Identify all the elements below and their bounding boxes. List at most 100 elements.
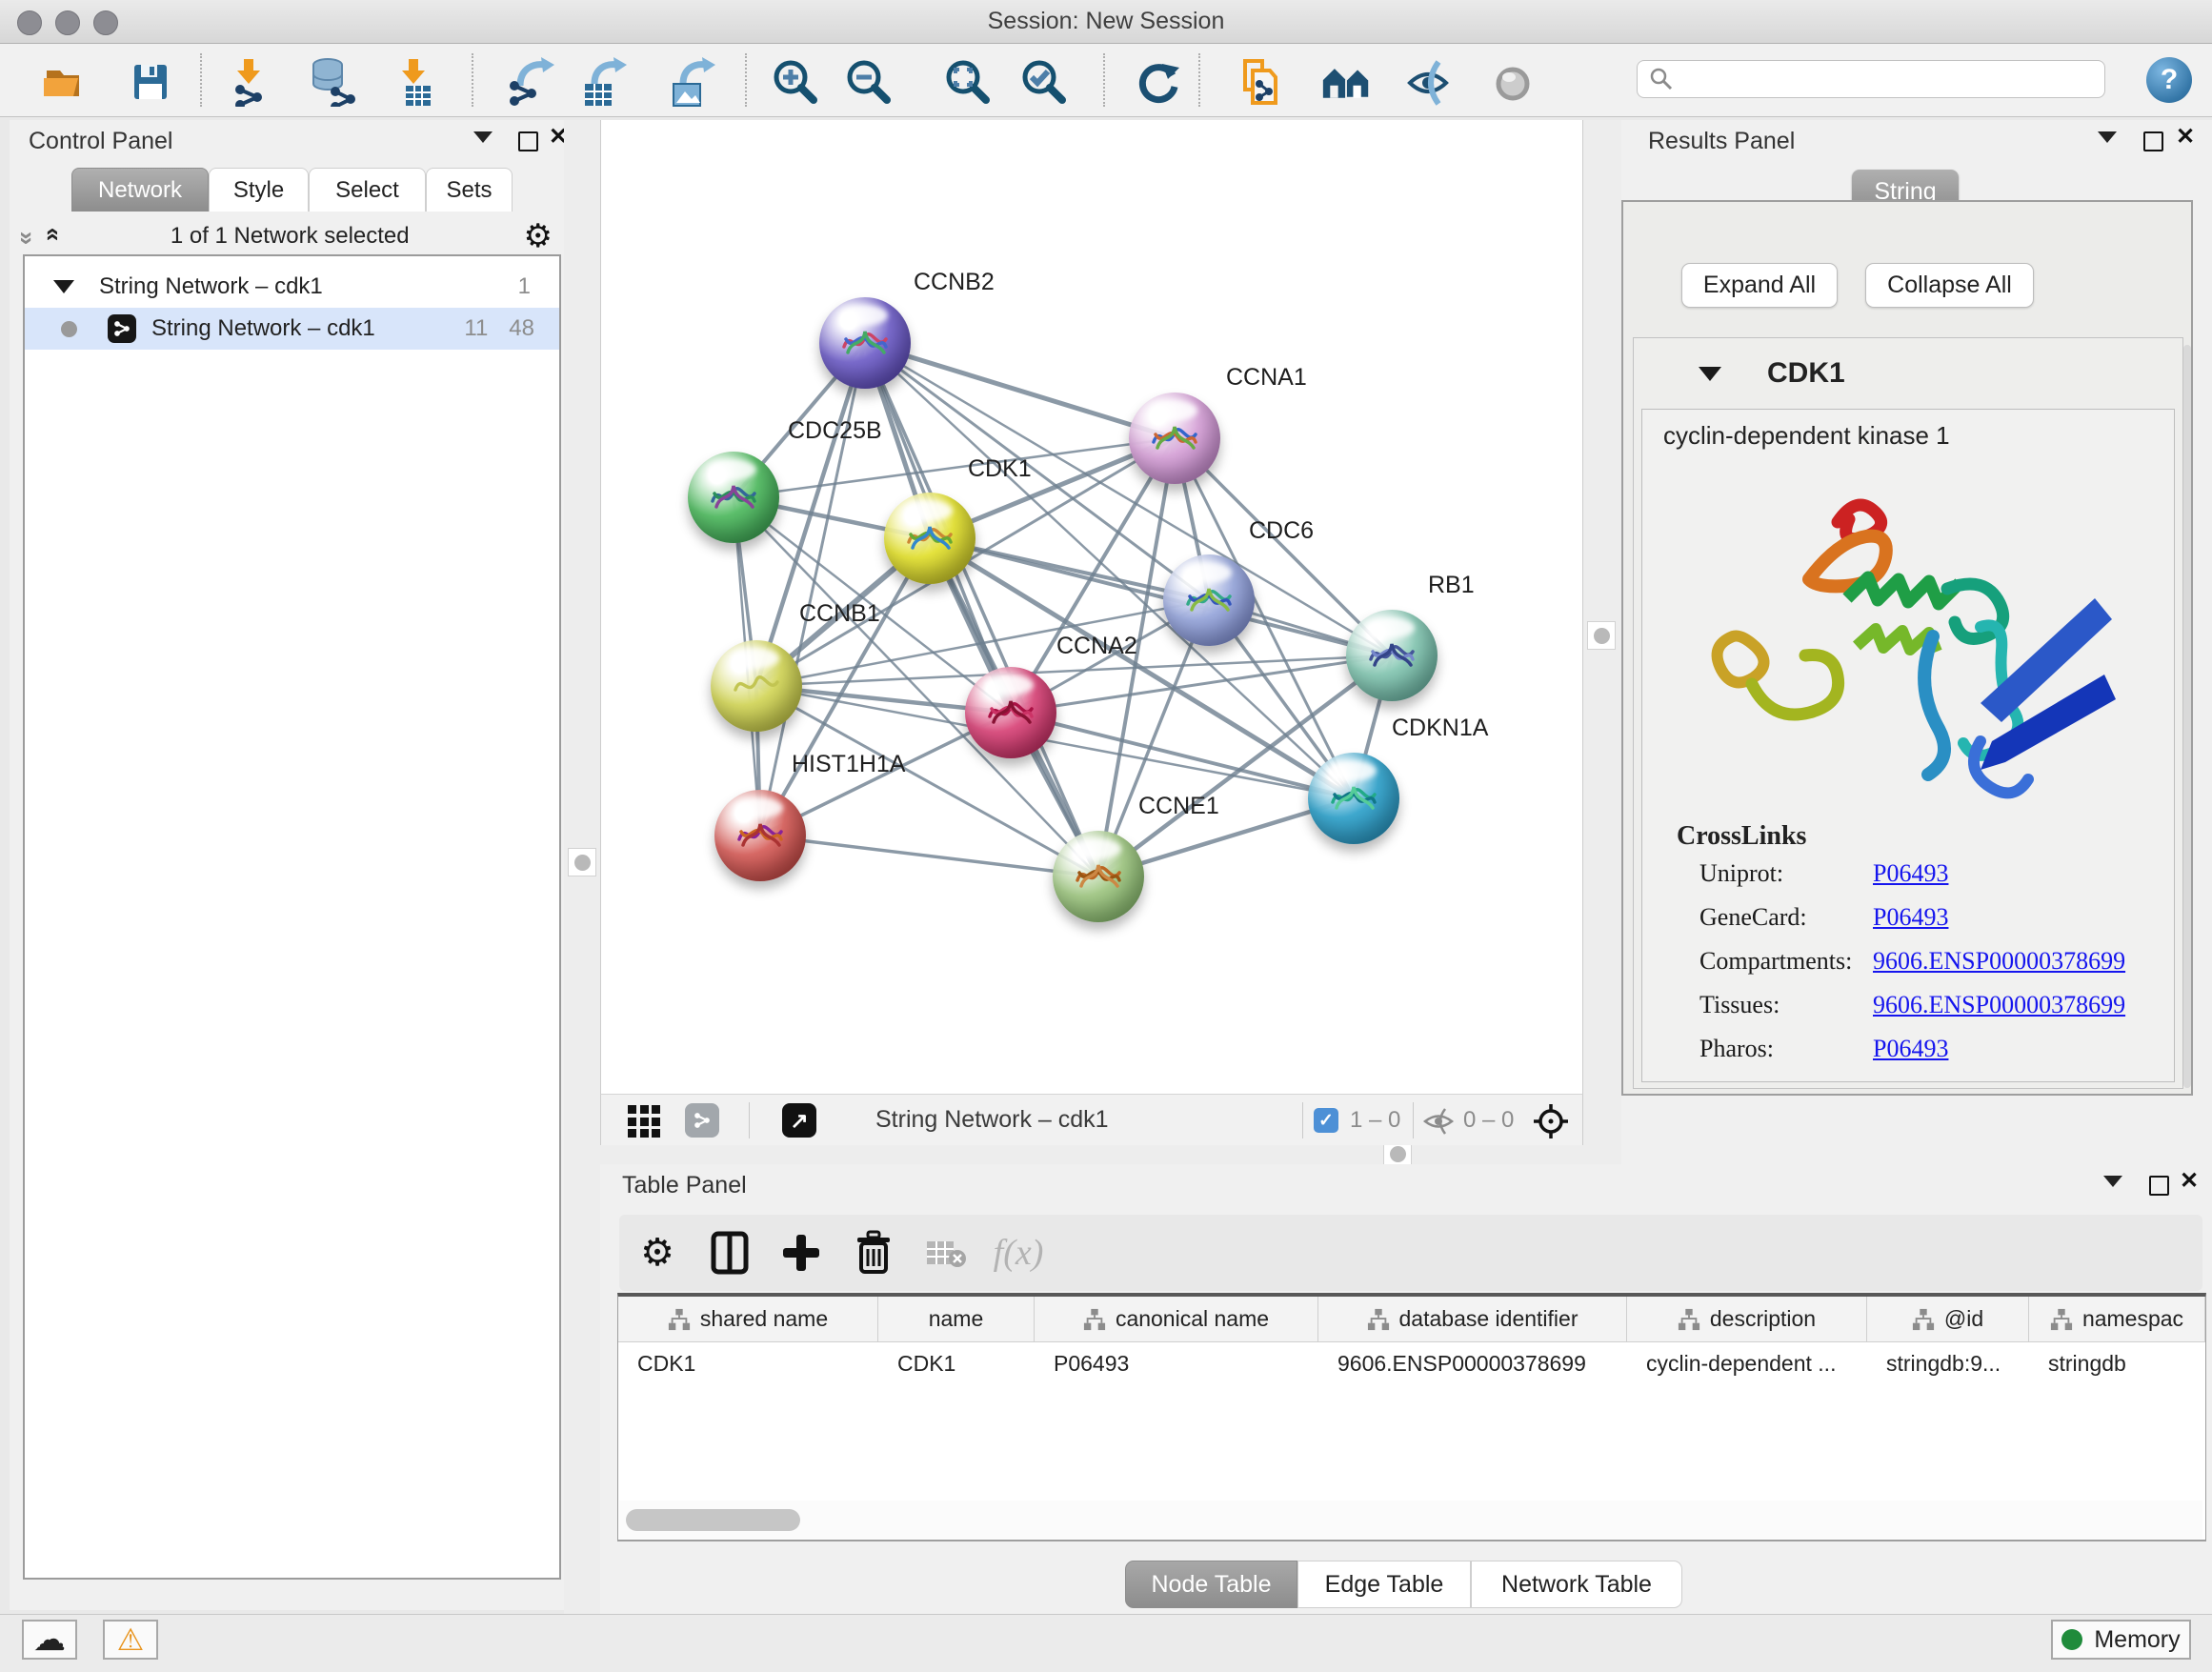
- scrollbar-thumb[interactable]: [626, 1509, 800, 1531]
- help-button[interactable]: ?: [2146, 57, 2192, 103]
- table-cell[interactable]: CDK1: [878, 1342, 1035, 1384]
- share-document-icon: [1237, 57, 1285, 107]
- network-node-CDC25B[interactable]: [688, 452, 779, 543]
- column-header-shared-name[interactable]: shared name: [618, 1297, 878, 1341]
- external-link-icon[interactable]: ↗: [782, 1103, 816, 1138]
- import-table-file-button[interactable]: [390, 57, 439, 107]
- panel-menu-icon[interactable]: [2098, 131, 2117, 143]
- network-row-selected[interactable]: String Network – cdk1 11 48: [25, 308, 559, 350]
- network-node-CCNB2[interactable]: [819, 297, 911, 389]
- section-collapse-icon[interactable]: [1699, 367, 1721, 381]
- network-node-CDC6[interactable]: [1163, 554, 1255, 646]
- column-header-name[interactable]: name: [878, 1297, 1035, 1341]
- panel-menu-icon[interactable]: [473, 131, 493, 143]
- network-node-CCNA2[interactable]: [965, 667, 1056, 758]
- column-header-namespac[interactable]: namespac: [2029, 1297, 2205, 1341]
- column-header-canonical-name[interactable]: canonical name: [1035, 1297, 1318, 1341]
- export-table-button[interactable]: [579, 57, 629, 107]
- export-image-button[interactable]: [668, 57, 717, 107]
- panel-float-icon[interactable]: [2149, 1176, 2169, 1196]
- left-splitter-handle[interactable]: [568, 848, 596, 876]
- save-session-button[interactable]: [126, 57, 175, 107]
- crosslink-link[interactable]: 9606.ENSP00000378699: [1873, 947, 2125, 991]
- zoom-out-button[interactable]: [844, 57, 894, 107]
- column-header--id[interactable]: @id: [1867, 1297, 2029, 1341]
- network-node-CDK1[interactable]: [884, 493, 975, 584]
- right-splitter-handle[interactable]: [1587, 621, 1616, 650]
- eye-tool-button[interactable]: [1488, 57, 1538, 107]
- show-columns-button[interactable]: [705, 1228, 754, 1278]
- refresh-view-button[interactable]: [1135, 57, 1184, 107]
- table-cell[interactable]: CDK1: [618, 1342, 878, 1384]
- network-edge-CDK1-RB1[interactable]: [930, 538, 1392, 655]
- zoom-fit-button[interactable]: [943, 57, 993, 107]
- hide-unhide-button[interactable]: [1404, 57, 1454, 107]
- panel-close-icon[interactable]: ✕: [2176, 128, 2195, 147]
- table-cell[interactable]: stringdb: [2029, 1342, 2205, 1384]
- import-network-file-button[interactable]: [224, 57, 273, 107]
- table-cell[interactable]: stringdb:9...: [1867, 1342, 2029, 1384]
- create-column-button[interactable]: [776, 1228, 826, 1278]
- zoom-selected-button[interactable]: [1019, 57, 1069, 107]
- network-node-RB1[interactable]: [1346, 610, 1438, 701]
- table-settings-button[interactable]: ⚙: [633, 1228, 682, 1278]
- gene-section-header[interactable]: CDK1: [1634, 338, 2182, 409]
- table-row[interactable]: CDK1CDK1P064939606.ENSP00000378699cyclin…: [618, 1342, 2205, 1384]
- tree-expand-icon[interactable]: [53, 280, 74, 293]
- selected-checkbox-icon[interactable]: ✓: [1314, 1108, 1338, 1133]
- collapse-all-button[interactable]: Collapse All: [1865, 263, 2034, 308]
- column-header-description[interactable]: description: [1627, 1297, 1867, 1341]
- warnings-button[interactable]: ⚠: [103, 1620, 158, 1660]
- table-cell[interactable]: 9606.ENSP00000378699: [1318, 1342, 1627, 1384]
- panel-float-icon[interactable]: [518, 131, 538, 151]
- crosslink-link[interactable]: P06493: [1873, 903, 1948, 947]
- toolbar-search-box[interactable]: [1637, 60, 2105, 98]
- tab-edge-table[interactable]: Edge Table: [1297, 1561, 1471, 1608]
- network-node-CCNE1[interactable]: [1053, 831, 1144, 922]
- export-network-button[interactable]: [507, 57, 556, 107]
- search-input[interactable]: [1674, 66, 2078, 92]
- network-edge-CCNB2-CCNA1[interactable]: [865, 343, 1175, 438]
- gear-icon[interactable]: ⚙: [524, 222, 553, 251]
- import-network-database-button[interactable]: [307, 57, 356, 107]
- crosslink-link[interactable]: 9606.ENSP00000378699: [1873, 991, 2125, 1035]
- panel-menu-icon[interactable]: [2103, 1176, 2122, 1187]
- tab-select[interactable]: Select: [309, 168, 426, 212]
- hidden-eye-slash-icon[interactable]: [1422, 1107, 1455, 1140]
- network-collection-row[interactable]: String Network – cdk1 1: [25, 266, 559, 308]
- open-session-button[interactable]: [38, 57, 88, 107]
- table-cell[interactable]: P06493: [1035, 1342, 1318, 1384]
- table-horizontal-scrollbar[interactable]: [619, 1501, 2202, 1539]
- network-node-CDKN1A[interactable]: [1308, 753, 1399, 844]
- birds-eye-grid-icon[interactable]: [628, 1105, 660, 1138]
- delete-column-button[interactable]: [849, 1228, 898, 1278]
- network-edge-CCNB2-CCNE1[interactable]: [865, 343, 1098, 876]
- string-share-icon-gray[interactable]: [685, 1103, 719, 1138]
- tab-node-table[interactable]: Node Table: [1125, 1561, 1297, 1608]
- collapse-all-chevron-icon[interactable]: »: [18, 232, 37, 241]
- tab-sets[interactable]: Sets: [426, 168, 513, 212]
- share-document-button[interactable]: [1237, 57, 1286, 107]
- network-edge-HIST1H1A-CCNE1[interactable]: [760, 836, 1098, 876]
- tab-network-table[interactable]: Network Table: [1471, 1561, 1682, 1608]
- tab-network[interactable]: Network: [71, 168, 209, 212]
- network-node-CCNA1[interactable]: [1129, 393, 1220, 484]
- panel-float-icon[interactable]: [2143, 131, 2163, 151]
- network-node-HIST1H1A[interactable]: [714, 790, 806, 881]
- column-header-database-identifier[interactable]: database identifier: [1318, 1297, 1627, 1341]
- tab-style[interactable]: Style: [209, 168, 309, 212]
- results-scrollbar[interactable]: [2183, 345, 2191, 1088]
- expand-all-button[interactable]: Expand All: [1681, 263, 1838, 308]
- table-cell[interactable]: cyclin-dependent ...: [1627, 1342, 1867, 1384]
- crosshair-icon[interactable]: [1533, 1103, 1569, 1144]
- zoom-in-button[interactable]: [771, 57, 820, 107]
- home-pages-button[interactable]: [1321, 57, 1371, 107]
- network-node-CCNB1[interactable]: [711, 640, 802, 732]
- cloud-button[interactable]: ☁: [22, 1620, 77, 1660]
- network-canvas[interactable]: CCNB2CCNA1CDC25BCDK1CDC6RB1CCNB1CCNA2CDK…: [600, 120, 1583, 1094]
- crosslink-link[interactable]: P06493: [1873, 859, 1948, 903]
- crosslink-link[interactable]: P06493: [1873, 1035, 1948, 1078]
- panel-close-icon[interactable]: ✕: [2180, 1172, 2199, 1191]
- memory-button[interactable]: Memory: [2051, 1620, 2191, 1660]
- expand-all-chevron-icon[interactable]: »: [42, 232, 61, 241]
